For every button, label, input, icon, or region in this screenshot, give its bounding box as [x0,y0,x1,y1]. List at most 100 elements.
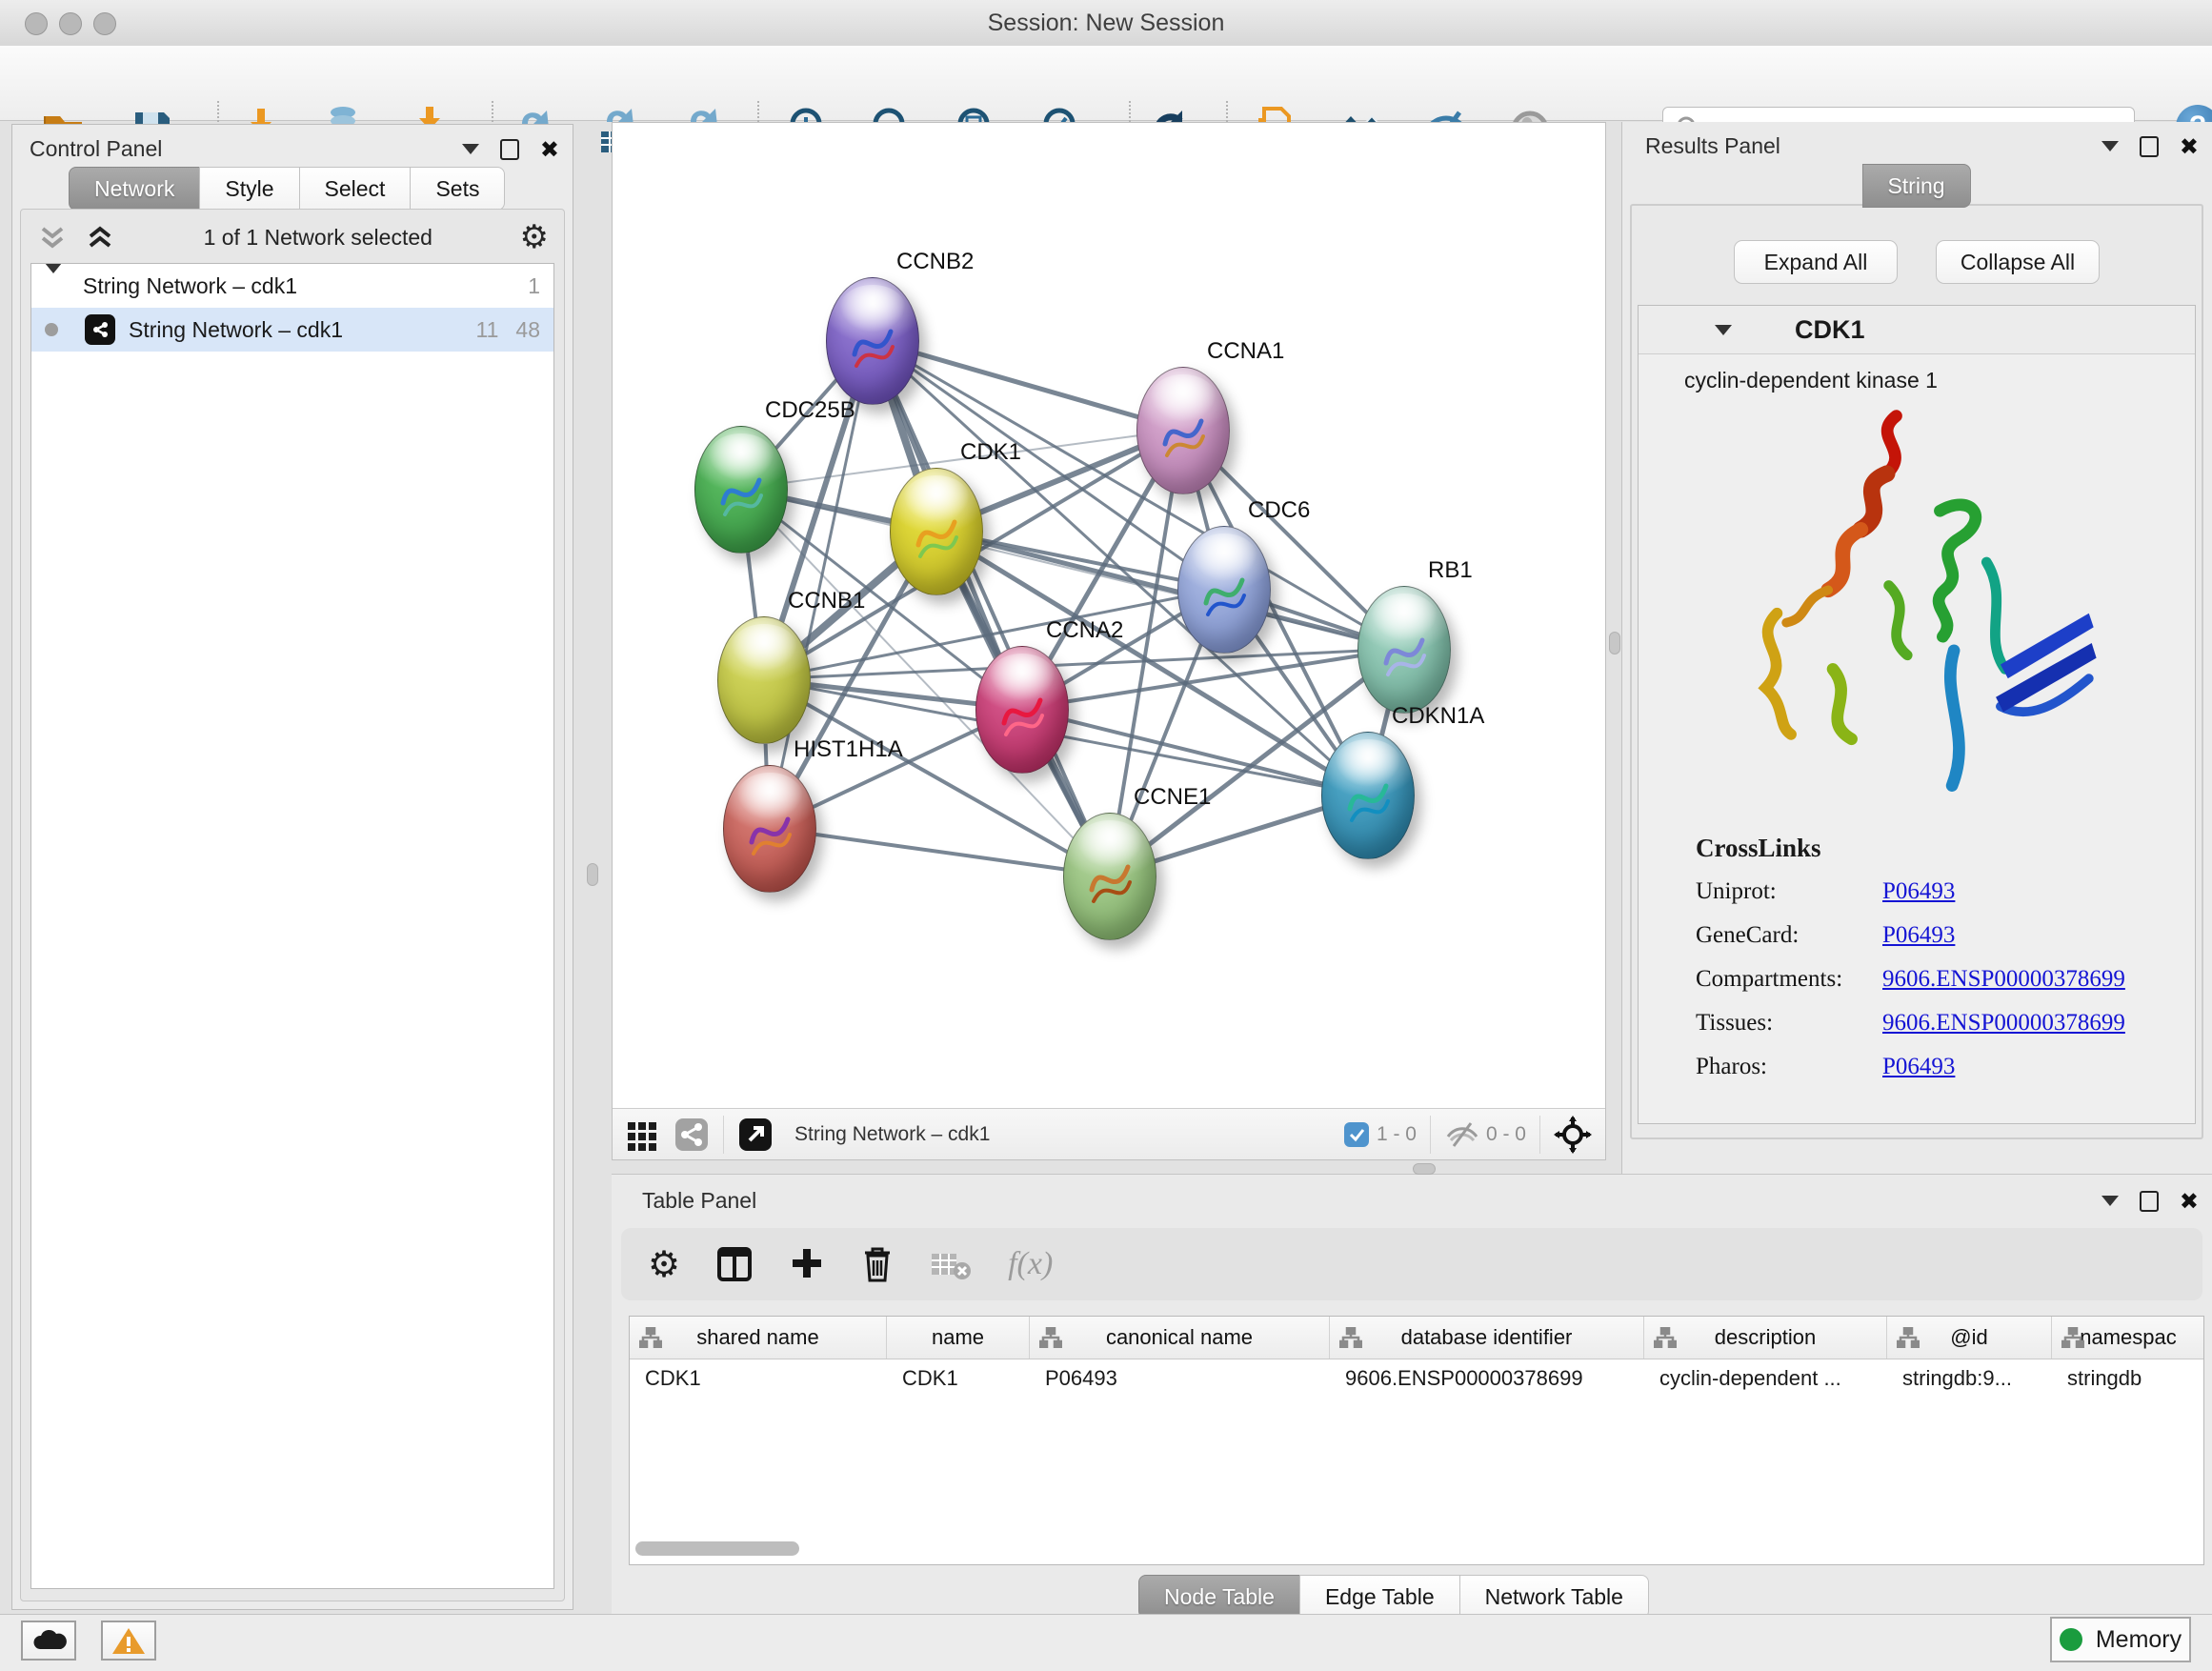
column-type-icon [639,1327,662,1348]
panel-float-icon[interactable] [500,139,519,160]
tab-edge-table[interactable]: Edge Table [1299,1575,1460,1619]
network-edge[interactable] [769,828,1109,876]
cloud-button[interactable] [21,1621,76,1661]
panel-menu-icon[interactable] [462,144,479,154]
network-canvas[interactable]: CCNB2CCNA1CDC25BCDK1CDC6RB1CCNB1CCNA2CDK… [613,123,1605,1108]
share-view-icon[interactable] [674,1117,710,1153]
warning-button[interactable] [101,1621,156,1661]
network-tree-row[interactable]: String Network – cdk11 [31,264,553,308]
crosslink-label: Compartments: [1696,966,1882,993]
crosslink-value-link[interactable]: P06493 [1882,1054,1955,1080]
protein-ribbon-icon [993,674,1052,752]
tab-style[interactable]: Style [199,167,299,211]
crosslink-row: Uniprot:P06493 [1696,878,2195,905]
panel-float-icon[interactable] [2140,1191,2159,1212]
selected-counts: 1 - 0 [1377,1123,1417,1146]
gear-icon[interactable]: ⚙ [648,1243,680,1286]
tab-network[interactable]: Network [69,167,200,211]
panel-float-icon[interactable] [2140,136,2159,157]
collapse-node-icon[interactable] [45,263,62,298]
node-table[interactable]: shared namenamecanonical namedatabase id… [629,1316,2204,1565]
node-label-ccnb1: CCNB1 [788,588,865,614]
columns-icon[interactable] [716,1245,753,1283]
crosslink-value-link[interactable]: P06493 [1882,878,1955,905]
column-header--id[interactable]: @id [1887,1317,2052,1359]
table-cell: stringdb:9... [1887,1366,2052,1391]
tab-select[interactable]: Select [299,167,412,211]
open-view-icon[interactable] [737,1117,774,1153]
network-status-dot [45,323,58,336]
tab-sets[interactable]: Sets [410,167,505,211]
node-cdkn1a[interactable] [1321,732,1415,859]
node-label-cdk1: CDK1 [960,439,1021,466]
tab-string[interactable]: String [1861,164,1970,208]
crosslink-row: Pharos:P06493 [1696,1054,2195,1080]
column-header-namespac[interactable]: namespac [2052,1317,2204,1359]
delete-icon[interactable] [861,1244,894,1284]
column-type-icon [1897,1327,1920,1348]
node-cdk1[interactable] [890,468,983,595]
node-label-hist1h1a: HIST1H1A [794,736,903,763]
gear-icon[interactable]: ⚙ [520,223,549,252]
column-header-database-identifier[interactable]: database identifier [1330,1317,1644,1359]
node-label-ccna2: CCNA2 [1046,617,1123,644]
node-ccna2[interactable] [975,646,1069,774]
grid-view-icon[interactable] [626,1118,658,1151]
table-header-row: shared namenamecanonical namedatabase id… [630,1317,2203,1359]
memory-button[interactable]: Memory [2050,1617,2191,1662]
collapse-section-icon[interactable] [1715,325,1732,335]
network-view-toolbar: String Network – cdk1 1 - 0 0 - 0 [613,1108,1605,1159]
crosslink-value-link[interactable]: P06493 [1882,922,1955,949]
protein-ribbon-icon [907,495,966,574]
expand-all-button[interactable]: Expand All [1734,240,1898,284]
crosslink-value-link[interactable]: 9606.ENSP00000378699 [1882,1010,2125,1037]
network-view[interactable]: CCNB2CCNA1CDC25BCDK1CDC6RB1CCNB1CCNA2CDK… [612,122,1606,1160]
column-header-canonical-name[interactable]: canonical name [1030,1317,1330,1359]
horizontal-scrollbar[interactable] [635,1541,799,1556]
node-cdc6[interactable] [1177,526,1271,654]
node-ccnb1[interactable] [717,616,811,744]
crosslinks-block: CrossLinks Uniprot:P06493GeneCard:P06493… [1696,834,2195,1080]
column-header-description[interactable]: description [1644,1317,1887,1359]
column-header-shared-name[interactable]: shared name [630,1317,887,1359]
selected-checkbox-icon[interactable] [1344,1122,1369,1147]
tab-node-table[interactable]: Node Table [1138,1575,1300,1619]
panel-menu-icon[interactable] [2101,1196,2119,1206]
network-edge[interactable] [872,340,1109,876]
panel-close-icon[interactable]: ✖ [540,141,559,158]
crosslink-value-link[interactable]: 9606.ENSP00000378699 [1882,966,2125,993]
panel-close-icon[interactable]: ✖ [2180,138,2199,155]
expand-all-icon[interactable] [84,223,116,252]
node-rb1[interactable] [1357,586,1451,714]
column-type-icon [1339,1327,1362,1348]
fit-selected-icon[interactable] [1554,1116,1592,1154]
add-icon[interactable] [789,1245,825,1283]
node-ccnb2[interactable] [826,277,919,405]
panel-menu-icon[interactable] [2101,141,2119,151]
splitter-handle[interactable] [1413,1163,1436,1175]
collapse-all-button[interactable]: Collapse All [1936,240,2100,284]
table-cell: stringdb [2052,1366,2204,1391]
hidden-eye-icon[interactable] [1444,1120,1478,1149]
network-tree-row[interactable]: String Network – cdk11148 [31,308,553,352]
column-header-name[interactable]: name [887,1317,1030,1359]
network-tab-content: 1 of 1 Network selected ⚙ String Network… [20,209,565,1601]
panel-close-icon[interactable]: ✖ [2180,1193,2199,1210]
gene-section-header[interactable]: CDK1 [1639,306,2195,354]
table-toolbar: ⚙ f(x) [621,1228,2202,1300]
crosslink-label: Tissues: [1696,1010,1882,1037]
node-cdc25b[interactable] [694,426,788,554]
node-ccna1[interactable] [1136,367,1230,494]
splitter-handle[interactable] [1609,632,1620,654]
table-tabs: Node TableEdge TableNetwork Table [1139,1575,1649,1619]
table-panel-title: Table Panel [642,1188,756,1214]
crosslink-row: Compartments:9606.ENSP00000378699 [1696,966,2195,993]
node-ccne1[interactable] [1063,813,1156,940]
main-toolbar: ? [0,46,2212,121]
table-row[interactable]: CDK1CDK1P064939606.ENSP00000378699cyclin… [630,1359,2203,1398]
gene-name: CDK1 [1795,315,1865,345]
node-hist1h1a[interactable] [723,765,816,893]
tab-network-table[interactable]: Network Table [1459,1575,1649,1619]
splitter-handle[interactable] [587,863,598,886]
collapse-all-icon[interactable] [36,223,69,252]
